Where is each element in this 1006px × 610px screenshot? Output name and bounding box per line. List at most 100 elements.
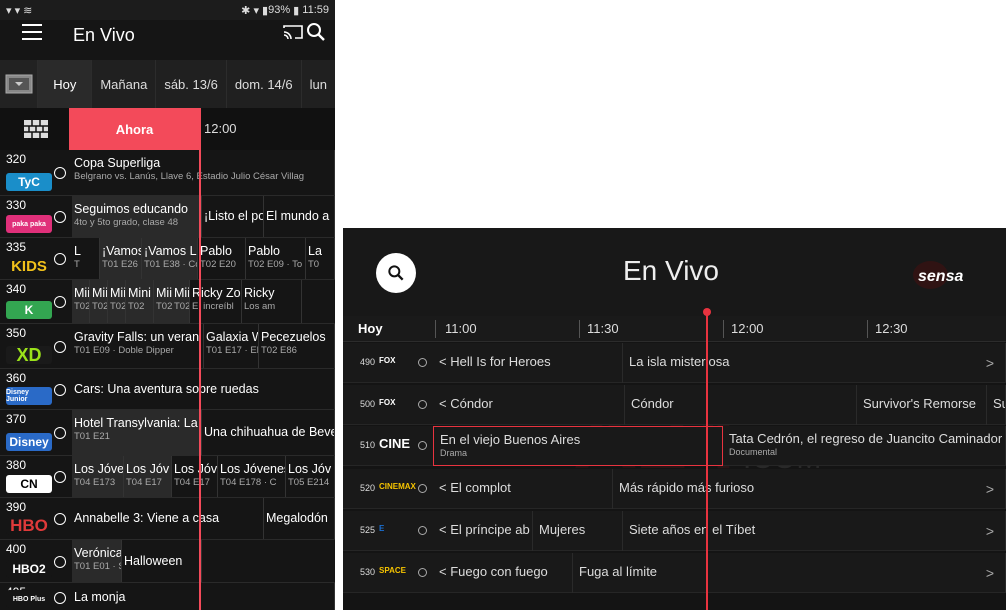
program-cell[interactable]: Gravity Falls: un veran T01 E09 · Doble D…: [72, 324, 204, 368]
program-cell[interactable]: ¡Listo el po: [202, 196, 264, 237]
tv-icon[interactable]: [0, 60, 38, 108]
program-cell[interactable]: Halloween: [122, 540, 202, 582]
record-icon[interactable]: [418, 400, 427, 409]
program-cell[interactable]: Pecezuelos T02 E86: [259, 324, 335, 368]
program-cell[interactable]: Galaxia WaT01 E17 · El: [204, 324, 259, 368]
program-cell[interactable]: Seguimos educando 4to y 5to grado, clase …: [72, 196, 202, 237]
channel-row[interactable]: 390 HBO Annabelle 3: Viene a casa Megalodón: [0, 498, 335, 540]
program-cell[interactable]: Los Jóv T04 E17: [124, 456, 172, 497]
channel-row[interactable]: 370 Disney Hotel Transylvania: La T01 E21 Un…: [0, 410, 335, 456]
record-icon[interactable]: [418, 484, 427, 493]
tab-manana[interactable]: Mañana: [91, 60, 156, 108]
program-cell[interactable]: Siete años en el Tíbet: [623, 511, 1006, 551]
program-cell[interactable]: Pablo T02 E20: [198, 238, 246, 279]
record-icon[interactable]: [418, 526, 427, 535]
menu-icon[interactable]: [22, 24, 42, 40]
program-cell[interactable]: < Fuego con fuego: [433, 553, 573, 593]
program-cell[interactable]: Mii T02: [90, 280, 108, 323]
program-cell[interactable]: Mujeres: [533, 511, 623, 551]
record-icon[interactable]: [54, 253, 66, 265]
tv-channel-row[interactable]: 530 SPACE < Fuego con fuego Fuga al límite >: [343, 553, 1006, 593]
program-cell[interactable]: Los Jóve T04 E173: [72, 456, 124, 497]
tab-hoy[interactable]: Hoy: [37, 60, 92, 108]
program-cell[interactable]: Los Jóvenes T04 E178 · C: [218, 456, 286, 497]
tv-channel-row[interactable]: 500FOX < Cóndor Cóndor Survivor's Remorse Su: [343, 385, 1006, 425]
program-cell[interactable]: Survivor's Remorse: [857, 385, 987, 425]
chevron-right-icon[interactable]: >: [986, 481, 994, 497]
program-cell[interactable]: < El príncipe ab: [433, 511, 533, 551]
record-icon[interactable]: [418, 358, 427, 367]
program-cell[interactable]: Mii T02: [172, 280, 190, 323]
program-cell[interactable]: Ricky Zo El increíbl: [190, 280, 242, 323]
program-cell[interactable]: Ricky Los am: [242, 280, 302, 323]
program-cell[interactable]: Más rápido más furioso: [613, 469, 1006, 509]
record-icon[interactable]: [54, 513, 66, 525]
program-cell[interactable]: Hotel Transylvania: La T01 E21: [72, 410, 202, 455]
record-icon[interactable]: [54, 592, 66, 604]
record-icon[interactable]: [54, 341, 66, 353]
record-icon[interactable]: [54, 384, 66, 396]
tv-channel-row[interactable]: 525 E < El príncipe ab Mujeres Siete años en…: [343, 511, 1006, 551]
program-cell[interactable]: Verónica MT01 E01 · Sp: [72, 540, 122, 582]
channel-row[interactable]: 330 paka paka Seguimos educando 4to y 5to g…: [0, 196, 335, 238]
program-cell[interactable]: Annabelle 3: Viene a casa: [72, 498, 264, 539]
program-cell[interactable]: Megalodón: [264, 498, 335, 539]
program-cell[interactable]: Pablo T02 E09 · To: [246, 238, 306, 279]
channel-row[interactable]: 400 HBO2 Verónica MT01 E01 · SpHalloween: [0, 540, 335, 583]
program-cell[interactable]: Cars: Una aventura sobre ruedas: [72, 369, 335, 409]
chevron-right-icon[interactable]: >: [986, 565, 994, 581]
cast-icon[interactable]: [283, 24, 303, 40]
program-cell[interactable]: Tata Cedrón, el regreso de Juancito Cami…: [723, 426, 1006, 466]
record-icon[interactable]: [54, 296, 66, 308]
channel-number: 390: [6, 500, 27, 514]
record-icon[interactable]: [54, 211, 66, 223]
record-icon[interactable]: [418, 441, 427, 450]
program-cell[interactable]: Los Jóv T04 E17: [172, 456, 218, 497]
program-cell[interactable]: La isla misteriosa: [623, 343, 1006, 383]
program-cell[interactable]: Una chihuahua de Beve: [202, 410, 335, 455]
chevron-right-icon[interactable]: >: [986, 355, 994, 371]
channel-row[interactable]: 320 TyC Copa Superliga Belgrano vs. Lanús, …: [0, 150, 335, 196]
tv-channel-row[interactable]: 490 FOX < Hell Is for Heroes La isla mister…: [343, 343, 1006, 383]
record-icon[interactable]: [54, 556, 66, 568]
tab-dom[interactable]: dom. 14/6: [225, 60, 301, 108]
grid-icon[interactable]: [24, 120, 48, 138]
program-cell[interactable]: Mini BT02: [126, 280, 154, 323]
channel-row[interactable]: 360 Disney Junior Cars: Una aventura sobre…: [0, 369, 335, 410]
program-cell[interactable]: Mii T02: [72, 280, 90, 323]
channel-row[interactable]: 350 XD Gravity Falls: un veran T01 E09 · Do…: [0, 324, 335, 369]
record-icon[interactable]: [54, 471, 66, 483]
program-cell[interactable]: La T0: [306, 238, 335, 279]
program-cell[interactable]: < Hell Is for Heroes: [433, 343, 623, 383]
program-cell[interactable]: Copa Superliga Belgrano vs. Lanús, Llave …: [72, 150, 335, 195]
time-bar: Ahora 12:00: [0, 108, 335, 150]
tv-channel-row[interactable]: 510 CINE En el viejo Buenos Aires Drama Tata…: [343, 426, 1006, 466]
program-cell[interactable]: < El complot: [433, 469, 613, 509]
program-cell[interactable]: ¡Vamos T01 E26 ·: [100, 238, 142, 279]
channel-row[interactable]: 405HBO PlusLa monja: [0, 583, 335, 610]
tv-channel-row[interactable]: 520 CINEMAX < El complot Más rápido más fur…: [343, 469, 1006, 509]
channel-row[interactable]: 340KMiiT02MiiT02MiiT02 E2Mini BT02MiiT02…: [0, 280, 335, 324]
program-cell[interactable]: La monja: [72, 583, 335, 610]
record-icon[interactable]: [54, 167, 66, 179]
search-icon[interactable]: [304, 20, 328, 44]
record-icon[interactable]: [418, 568, 427, 577]
program-cell[interactable]: ¡Vamos Lu T01 E38 · Co: [142, 238, 198, 279]
program-cell[interactable]: Su: [987, 385, 1006, 425]
program-cell[interactable]: En el viejo Buenos Aires Drama: [433, 426, 723, 466]
record-icon[interactable]: [54, 427, 66, 439]
now-button[interactable]: Ahora: [69, 108, 200, 150]
program-cell[interactable]: < Cóndor: [433, 385, 625, 425]
chevron-right-icon[interactable]: >: [986, 523, 994, 539]
search-button[interactable]: [376, 253, 416, 293]
program-cell[interactable]: MiiT02 E2: [108, 280, 126, 323]
program-cell[interactable]: Los Jóv T05 E214: [286, 456, 335, 497]
program-cell[interactable]: LT: [72, 238, 100, 279]
channel-row[interactable]: 335 KIDS L T ¡Vamos T01 E26 · ¡Vamos Lu T01 E38…: [0, 238, 335, 280]
program-cell[interactable]: Cóndor: [625, 385, 857, 425]
tab-lun[interactable]: lun: [300, 60, 335, 108]
program-cell[interactable]: El mundo a: [264, 196, 335, 237]
channel-row[interactable]: 380 CN Los Jóve T04 E173 Los Jóv T04 E17 Los J…: [0, 456, 335, 498]
program-cell[interactable]: Fuga al límite: [573, 553, 1006, 593]
tab-sab[interactable]: sáb. 13/6: [155, 60, 226, 108]
